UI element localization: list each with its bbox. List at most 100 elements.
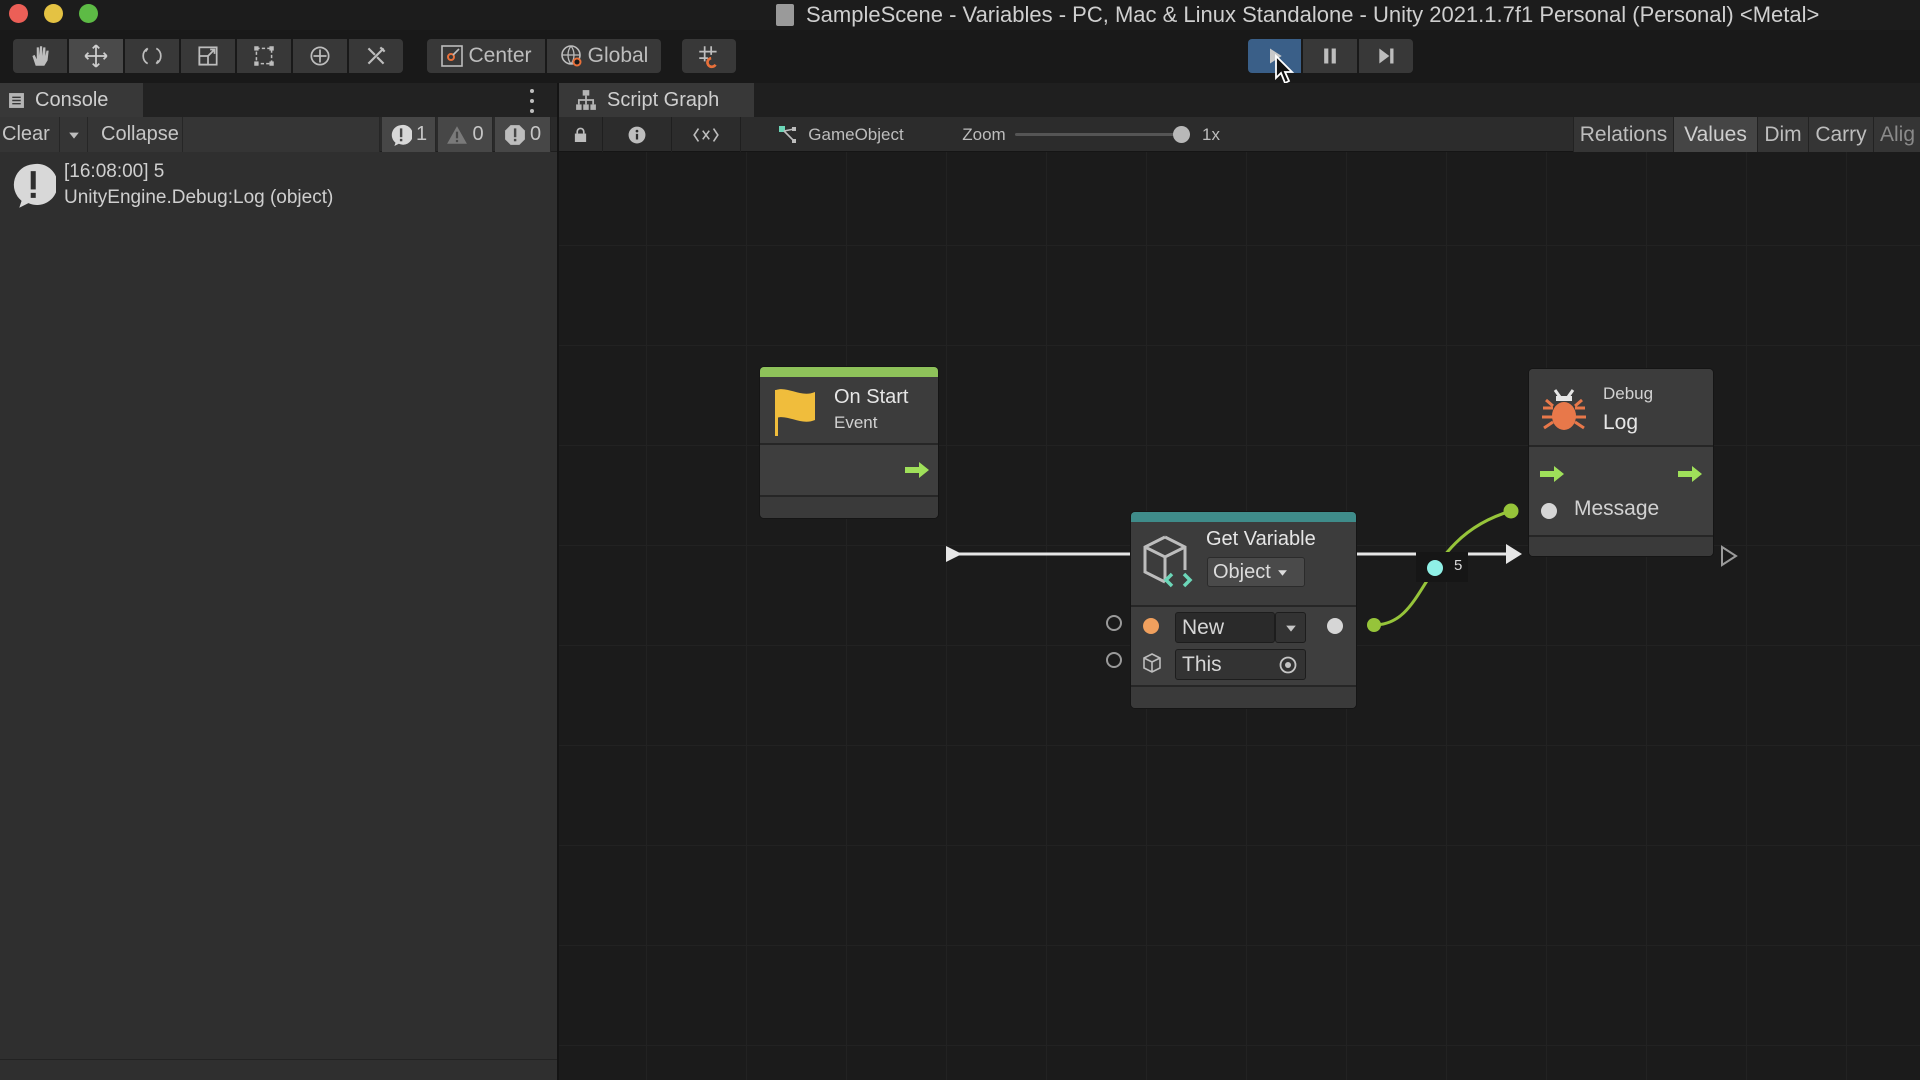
warning-count-toggle[interactable]: 0 bbox=[438, 117, 493, 152]
custom-tools-button[interactable] bbox=[349, 39, 403, 73]
window-title: SampleScene - Variables - PC, Mac & Linu… bbox=[806, 2, 1820, 27]
log-message-line: [16:08:00] 5 bbox=[64, 161, 165, 182]
object-picker-icon[interactable] bbox=[1278, 655, 1298, 675]
hand-icon bbox=[32, 46, 49, 66]
target-input-port[interactable] bbox=[1106, 652, 1122, 668]
pause-button[interactable] bbox=[1303, 39, 1357, 73]
lock-icon bbox=[574, 127, 587, 142]
value-output-port[interactable] bbox=[1327, 618, 1343, 634]
lock-button[interactable] bbox=[559, 117, 603, 152]
grid-snap-button[interactable] bbox=[682, 39, 736, 73]
get-variable-header: Get Variable Object bbox=[1131, 522, 1356, 607]
collapse-toggle[interactable]: Collapse bbox=[88, 117, 183, 152]
main-toolbar: Center Global bbox=[0, 30, 1920, 85]
move-tool-button[interactable] bbox=[69, 39, 123, 73]
debug-log-body: Message bbox=[1529, 447, 1713, 537]
carry-toggle[interactable]: Carry bbox=[1808, 117, 1873, 152]
bug-icon bbox=[1542, 389, 1586, 430]
console-tab-row: Console bbox=[0, 83, 557, 117]
error-count-toggle[interactable]: 0 bbox=[495, 117, 551, 152]
variable-kind-label: Object bbox=[1213, 560, 1271, 583]
value-edge-end-dot bbox=[1503, 503, 1519, 519]
relations-label: Relations bbox=[1579, 122, 1668, 146]
maximize-window-button[interactable] bbox=[79, 4, 98, 23]
flow-output-arrow-icon[interactable] bbox=[904, 461, 930, 479]
variable-name-dropdown[interactable] bbox=[1275, 612, 1306, 643]
console-log-entry[interactable]: [16:08:00] 5 UnityEngine.Debug:Log (obje… bbox=[0, 153, 557, 209]
console-search-field[interactable] bbox=[183, 117, 380, 152]
title-bar: SampleScene - Variables - PC, Mac & Linu… bbox=[0, 0, 1920, 30]
variable-kind-dropdown[interactable]: Object bbox=[1207, 557, 1305, 587]
debug-log-footer bbox=[1529, 537, 1713, 556]
clear-button[interactable]: Clear bbox=[0, 117, 60, 152]
carry-label: Carry bbox=[1815, 122, 1867, 146]
on-start-accent-bar bbox=[760, 367, 938, 377]
script-graph-tab[interactable]: Script Graph bbox=[559, 83, 754, 117]
console-menu-button[interactable] bbox=[528, 89, 536, 113]
dim-label: Dim bbox=[1764, 122, 1802, 146]
align-label: Alig bbox=[1880, 122, 1916, 146]
variables-icon bbox=[693, 127, 719, 142]
flow-output-arrow-icon[interactable] bbox=[1677, 465, 1703, 483]
values-toggle[interactable]: Values bbox=[1673, 117, 1757, 152]
on-start-node[interactable]: On Start Event bbox=[760, 367, 938, 518]
get-variable-accent-bar bbox=[1131, 512, 1356, 522]
breadcrumb-gameobject[interactable]: GameObject bbox=[741, 117, 941, 152]
edge-value-label: 5 bbox=[1454, 557, 1463, 574]
debug-log-node[interactable]: Debug Log Message bbox=[1529, 369, 1713, 556]
info-icon bbox=[628, 126, 646, 143]
relations-toggle[interactable]: Relations bbox=[1573, 117, 1673, 152]
minimize-window-button[interactable] bbox=[44, 4, 63, 23]
collapse-label: Collapse bbox=[101, 123, 179, 145]
close-window-button[interactable] bbox=[9, 4, 28, 23]
zoom-slider[interactable] bbox=[1015, 117, 1190, 152]
graph-canvas[interactable]: 5 On Start Event Get Variable Object New… bbox=[559, 152, 1920, 1080]
hierarchy-icon bbox=[576, 90, 596, 110]
rect-transform-icon bbox=[254, 46, 274, 66]
console-tab[interactable]: Console bbox=[0, 83, 143, 117]
name-input-port[interactable] bbox=[1106, 615, 1122, 631]
transform-icon bbox=[310, 46, 330, 66]
flow-input-arrow-icon[interactable] bbox=[1539, 465, 1565, 483]
zoom-slider-thumb[interactable] bbox=[1173, 126, 1190, 143]
script-graph-panel: Script Graph GameObject Zoom 1x Relation… bbox=[557, 83, 1920, 1080]
grid-snap-icon bbox=[699, 46, 717, 69]
hand-tool-button[interactable] bbox=[13, 39, 67, 73]
scale-icon bbox=[198, 46, 218, 66]
scale-tool-button[interactable] bbox=[181, 39, 235, 73]
error-icon bbox=[505, 124, 525, 145]
variable-name-field[interactable]: New bbox=[1175, 612, 1275, 643]
space-global-button[interactable]: Global bbox=[547, 39, 661, 73]
mouse-cursor-icon bbox=[1275, 54, 1295, 85]
debug-log-category: Debug bbox=[1603, 384, 1654, 403]
transform-tool-button[interactable] bbox=[293, 39, 347, 73]
get-variable-body: New This bbox=[1131, 607, 1356, 687]
on-start-body bbox=[760, 445, 938, 497]
rotate-tool-button[interactable] bbox=[125, 39, 179, 73]
globe-icon bbox=[560, 45, 582, 67]
variables-button[interactable] bbox=[672, 117, 741, 152]
step-button[interactable] bbox=[1359, 39, 1413, 73]
info-count-toggle[interactable]: 1 bbox=[382, 117, 436, 152]
clear-options-dropdown[interactable] bbox=[60, 117, 88, 152]
edge-value-dot bbox=[1427, 560, 1443, 576]
values-label: Values bbox=[1684, 122, 1747, 146]
message-port-label: Message bbox=[1574, 497, 1660, 520]
breadcrumb-label: GameObject bbox=[808, 124, 904, 144]
console-tab-label: Console bbox=[35, 88, 109, 111]
align-toggle[interactable]: Alig bbox=[1873, 117, 1920, 152]
chevron-down-icon bbox=[1277, 569, 1287, 576]
graph-toolbar: GameObject Zoom 1x Relations Values Dim … bbox=[559, 117, 1920, 152]
console-detail-divider[interactable] bbox=[0, 1059, 557, 1060]
info-button[interactable] bbox=[603, 117, 672, 152]
dim-toggle[interactable]: Dim bbox=[1757, 117, 1808, 152]
move-arrows-icon bbox=[84, 44, 108, 68]
rect-tool-button[interactable] bbox=[237, 39, 291, 73]
rotate-icon bbox=[142, 47, 162, 65]
debug-log-output-flow-port-icon[interactable] bbox=[1721, 545, 1738, 567]
get-variable-node[interactable]: Get Variable Object New This bbox=[1131, 512, 1356, 708]
pivot-center-button[interactable]: Center bbox=[427, 39, 545, 73]
variable-cube-icon bbox=[1143, 535, 1193, 588]
message-input-port[interactable] bbox=[1541, 503, 1557, 519]
unity-document-icon bbox=[776, 4, 794, 26]
